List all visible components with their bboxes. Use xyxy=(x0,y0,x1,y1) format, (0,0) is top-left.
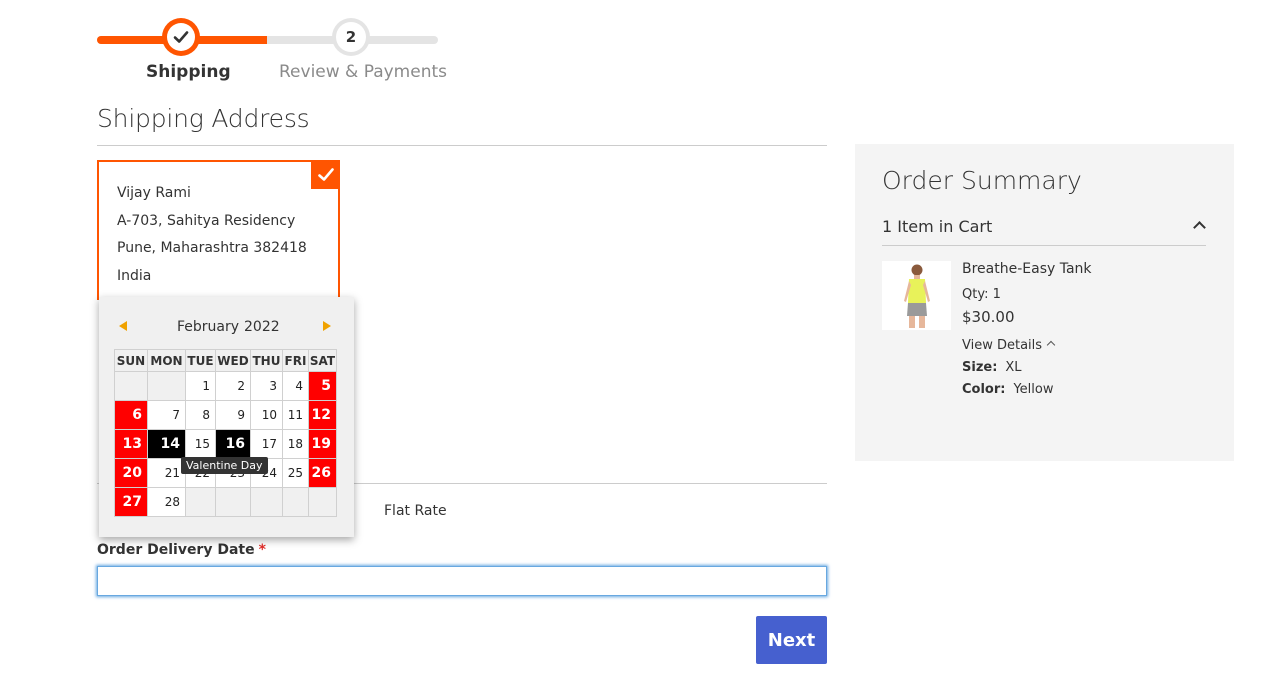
calendar-year[interactable]: 2022 xyxy=(244,319,280,335)
calendar-day-weekend: 26 xyxy=(308,458,337,488)
calendar-day-empty xyxy=(114,371,148,401)
order-summary-panel: Order Summary 1 Item in Cart Breathe-Eas… xyxy=(855,144,1234,461)
calendar-day[interactable]: 7 xyxy=(147,400,186,430)
option-value: Yellow xyxy=(1013,382,1054,397)
address-name: Vijay Rami xyxy=(117,185,191,201)
view-details-toggle[interactable]: View Details xyxy=(962,338,1056,353)
delivery-date-input[interactable] xyxy=(97,566,827,596)
calendar-day-highlighted[interactable]: 14 xyxy=(147,429,186,459)
weekday-header: FRI xyxy=(282,349,309,372)
step-shipping-indicator xyxy=(162,18,200,56)
step-review-indicator[interactable]: 2 xyxy=(332,18,370,56)
product-option-size: Size: XL xyxy=(962,360,1022,375)
option-label: Size: xyxy=(962,360,998,375)
weekday-header: TUE xyxy=(185,349,216,372)
chevron-up-icon xyxy=(1046,340,1056,350)
weekday-header: WED xyxy=(215,349,251,372)
weekday-header: THU xyxy=(250,349,283,372)
selected-address-card[interactable]: Vijay Rami A-703, Sahitya Residency Pune… xyxy=(97,160,340,300)
checkmark-icon xyxy=(173,31,189,43)
option-label: Color: xyxy=(962,382,1006,397)
shipping-address-title: Shipping Address xyxy=(97,104,310,133)
calendar-day[interactable]: 15 xyxy=(185,429,216,459)
calendar-month[interactable]: February xyxy=(177,319,239,335)
calendar-day-weekend: 27 xyxy=(114,487,148,517)
product-thumbnail xyxy=(882,261,951,330)
prev-month-arrow-icon[interactable] xyxy=(119,321,127,331)
calendar-day-weekend: 13 xyxy=(114,429,148,459)
tank-top-product-image xyxy=(904,264,930,328)
delivery-date-label-text: Order Delivery Date xyxy=(97,542,255,558)
calendar-day[interactable]: 28 xyxy=(147,487,186,517)
delivery-date-label: Order Delivery Date * xyxy=(97,542,266,558)
calendar-day-empty xyxy=(308,487,337,517)
product-price: $30.00 xyxy=(962,308,1015,326)
calendar-day[interactable]: 18 xyxy=(282,429,309,459)
calendar-day[interactable]: 4 xyxy=(282,371,309,401)
calendar-day-weekend: 12 xyxy=(308,400,337,430)
step-label-shipping: Shipping xyxy=(146,62,231,82)
calendar-day-weekend: 19 xyxy=(308,429,337,459)
step-label-review-payments[interactable]: Review & Payments xyxy=(279,62,447,82)
calendar-day[interactable]: 8 xyxy=(185,400,216,430)
chevron-up-icon[interactable] xyxy=(1193,221,1206,234)
product-option-color: Color: Yellow xyxy=(962,382,1054,397)
divider xyxy=(97,145,827,146)
calendar-day[interactable]: 1 xyxy=(185,371,216,401)
next-month-arrow-icon[interactable] xyxy=(323,321,331,331)
calendar-day[interactable]: 9 xyxy=(215,400,251,430)
holiday-tooltip: Valentine Day xyxy=(181,457,268,474)
calendar-day-weekend: 5 xyxy=(308,371,337,401)
date-picker-popup: February 2022 SUN MON TUE WED THU FRI SA… xyxy=(99,297,354,537)
calendar-day-empty xyxy=(147,371,186,401)
weekday-header: SUN xyxy=(114,349,148,372)
calendar-day-weekend: 6 xyxy=(114,400,148,430)
calendar-day-weekend: 20 xyxy=(114,458,148,488)
selected-check-badge xyxy=(311,160,340,189)
calendar-grid: SUN MON TUE WED THU FRI SAT 1 2 3 4 5 6 xyxy=(114,349,337,517)
calendar-day[interactable]: 2 xyxy=(215,371,251,401)
product-qty: Qty: 1 xyxy=(962,287,1001,302)
calendar-day[interactable]: 11 xyxy=(282,400,309,430)
required-asterisk: * xyxy=(258,542,266,558)
option-value: XL xyxy=(1005,360,1022,375)
calendar-header: February 2022 xyxy=(99,317,354,337)
calendar-day[interactable]: 25 xyxy=(282,458,309,488)
calendar-day-empty xyxy=(250,487,283,517)
calendar-day-empty xyxy=(215,487,251,517)
calendar-day[interactable]: 10 xyxy=(250,400,283,430)
calendar-day[interactable]: 3 xyxy=(250,371,283,401)
shipping-method-flat-rate: Flat Rate xyxy=(384,503,447,519)
calendar-day[interactable]: 17 xyxy=(250,429,283,459)
divider xyxy=(882,245,1206,246)
address-city: Pune, Maharashtra 382418 xyxy=(117,240,307,256)
step-number: 2 xyxy=(336,22,366,52)
weekday-header: MON xyxy=(147,349,186,372)
weekday-header: SAT xyxy=(308,349,337,372)
calendar-day-empty xyxy=(282,487,309,517)
order-summary-title: Order Summary xyxy=(882,166,1082,195)
checkmark-icon xyxy=(317,167,334,181)
next-button[interactable]: Next xyxy=(756,616,827,664)
items-in-cart-toggle[interactable]: 1 Item in Cart xyxy=(882,217,992,236)
view-details-label: View Details xyxy=(962,338,1043,353)
calendar-day[interactable]: 21 xyxy=(147,458,186,488)
calendar-day-empty xyxy=(185,487,216,517)
address-country: India xyxy=(117,268,152,284)
calendar-day-highlighted[interactable]: 16 xyxy=(215,429,251,459)
product-name: Breathe-Easy Tank xyxy=(962,261,1092,277)
address-street: A-703, Sahitya Residency xyxy=(117,213,296,229)
